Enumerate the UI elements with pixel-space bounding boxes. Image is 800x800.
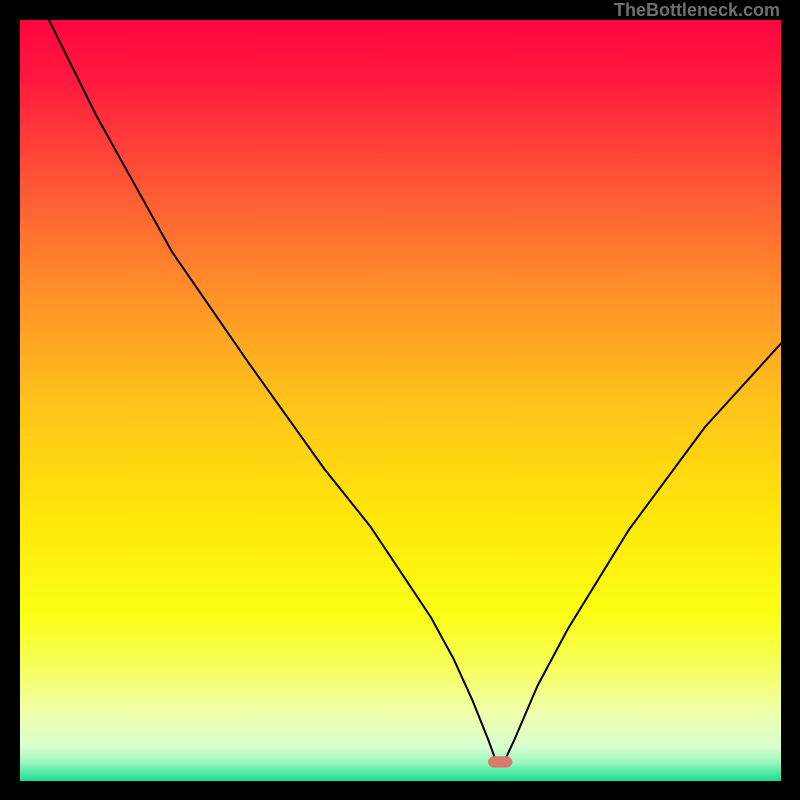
chart-canvas: TheBottleneck.com xyxy=(0,0,800,800)
chart-gradient-bg xyxy=(20,20,781,781)
optimal-marker xyxy=(488,756,512,767)
bottleneck-chart: TheBottleneck.com xyxy=(0,0,800,800)
attribution-text: TheBottleneck.com xyxy=(614,0,780,20)
